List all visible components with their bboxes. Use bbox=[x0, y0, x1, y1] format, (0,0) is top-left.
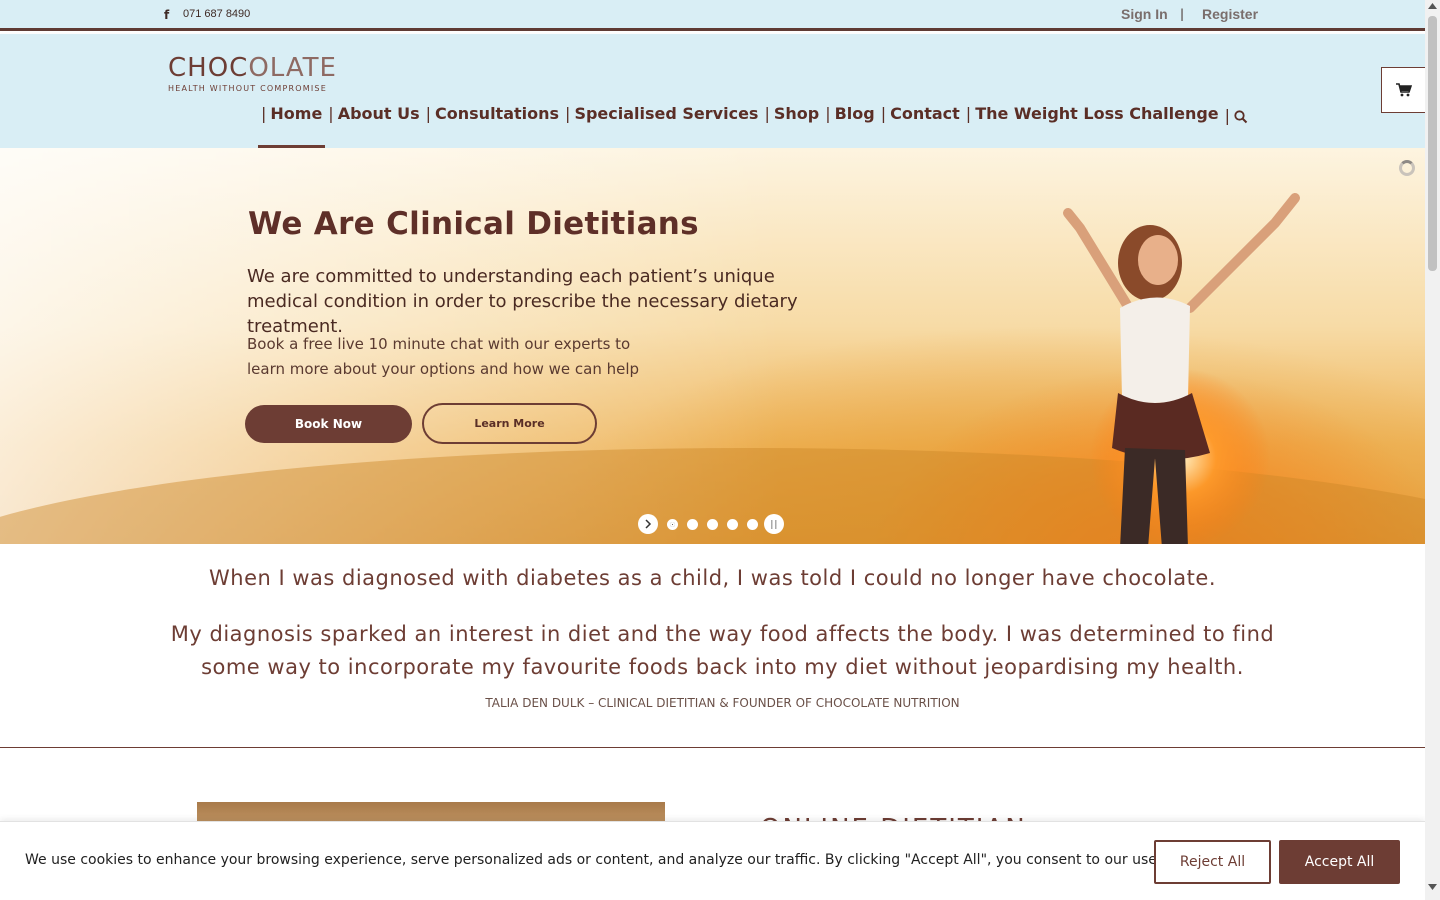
slide-dot-2[interactable] bbox=[687, 518, 698, 530]
nav-divider: | bbox=[1224, 106, 1231, 125]
section-divider bbox=[0, 747, 1425, 748]
cart-button[interactable] bbox=[1381, 67, 1427, 113]
slide-dot-4[interactable] bbox=[727, 518, 738, 530]
nav-item-consultations[interactable]: | Consultations bbox=[423, 104, 562, 148]
nav-divider: | bbox=[425, 104, 432, 123]
woman-image bbox=[1063, 193, 1300, 544]
nav-item-specialised-services[interactable]: | Specialised Services bbox=[562, 104, 761, 148]
top-bar: f 071 687 8490 Sign In | Register bbox=[0, 0, 1425, 31]
nav-divider: | bbox=[880, 104, 887, 123]
reject-all-button[interactable]: Reject All bbox=[1154, 840, 1271, 884]
slider-controls bbox=[638, 514, 784, 534]
logo-wordmark: CHOCOLATE bbox=[168, 54, 337, 82]
nav-item-home[interactable]: | Home bbox=[258, 104, 326, 148]
nav-label: Contact bbox=[890, 104, 960, 123]
hero-subtitle: We are committed to understanding each p… bbox=[247, 266, 798, 337]
register-link[interactable]: Register bbox=[1202, 6, 1258, 22]
logo-tagline: HEALTH WITHOUT COMPROMISE bbox=[168, 84, 327, 93]
slide-dot-3[interactable] bbox=[707, 518, 718, 530]
learn-more-button[interactable]: Learn More bbox=[422, 403, 597, 444]
nav-label: Home bbox=[270, 104, 323, 123]
nav-item-contact[interactable]: | Contact bbox=[878, 104, 963, 148]
chevron-right-icon bbox=[645, 519, 652, 529]
scroll-down-arrow-icon[interactable] bbox=[1428, 884, 1437, 890]
nav-label: Specialised Services bbox=[574, 104, 759, 123]
nav-divider: | bbox=[565, 104, 571, 123]
quote-line-2: My diagnosis sparked an interest in diet… bbox=[170, 622, 1275, 679]
pause-button[interactable] bbox=[764, 514, 784, 534]
facebook-icon[interactable]: f bbox=[164, 8, 169, 22]
scrollbar-thumb[interactable] bbox=[1428, 16, 1437, 271]
nav-label: About Us bbox=[337, 104, 420, 123]
nav-label: Consultations bbox=[435, 104, 560, 123]
nav-divider: | bbox=[965, 104, 972, 123]
phone-number[interactable]: 071 687 8490 bbox=[183, 8, 250, 20]
hero-title: We Are Clinical Dietitians bbox=[248, 206, 699, 242]
logo-dark-part: CHOC bbox=[168, 53, 249, 83]
main-nav: | Home | About Us | Consultations | Speciali… bbox=[258, 104, 1251, 148]
next-slide-button[interactable] bbox=[638, 514, 658, 534]
quote-author: TALIA DEN DULK – CLINICAL DIETITIAN & FO… bbox=[485, 696, 960, 710]
nav-divider: | bbox=[764, 104, 770, 123]
nav-label: Shop bbox=[773, 104, 820, 123]
nav-item-shop[interactable]: | Shop bbox=[761, 104, 822, 148]
logo[interactable]: CHOCOLATE HEALTH WITHOUT COMPROMISE bbox=[168, 54, 337, 93]
quote-line-1: When I was diagnosed with diabetes as a … bbox=[209, 566, 1216, 590]
cookie-text: We use cookies to enhance your browsing … bbox=[25, 852, 1237, 868]
cart-icon bbox=[1396, 83, 1412, 97]
slide-dot-1[interactable] bbox=[667, 518, 678, 530]
nav-divider: | bbox=[825, 104, 831, 123]
nav-label: The Weight Loss Challenge bbox=[975, 104, 1219, 123]
accept-all-button[interactable]: Accept All bbox=[1279, 840, 1400, 884]
hero-slider: We Are Clinical Dietitians We are commit… bbox=[0, 148, 1425, 544]
cookie-banner: We use cookies to enhance your browsing … bbox=[0, 821, 1425, 900]
logo-light-part: OLATE bbox=[248, 53, 337, 83]
nav-divider: | bbox=[328, 104, 334, 123]
nav-item-blog[interactable]: | Blog bbox=[822, 104, 878, 148]
slide-dot-5[interactable] bbox=[747, 518, 758, 530]
sign-in-link[interactable]: Sign In bbox=[1121, 6, 1168, 22]
nav-item-weight-loss-challenge[interactable]: | The Weight Loss Challenge bbox=[963, 104, 1222, 148]
scrollbar[interactable] bbox=[1425, 0, 1440, 900]
nav-divider: | bbox=[261, 104, 267, 123]
scroll-up-arrow-icon[interactable] bbox=[1428, 3, 1437, 9]
book-now-button[interactable]: Book Now bbox=[245, 405, 412, 443]
search-icon[interactable] bbox=[1234, 110, 1248, 124]
nav-search[interactable]: | bbox=[1222, 104, 1251, 148]
topbar-separator: | bbox=[1180, 7, 1185, 21]
loading-spinner-icon bbox=[1399, 160, 1415, 176]
nav-label: Blog bbox=[834, 104, 875, 123]
hero-small-text: Book a free live 10 minute chat with our… bbox=[247, 335, 640, 378]
pause-icon bbox=[771, 519, 777, 529]
site-header: CHOCOLATE HEALTH WITHOUT COMPROMISE | Hom… bbox=[0, 34, 1425, 148]
nav-item-about-us[interactable]: | About Us bbox=[325, 104, 422, 148]
